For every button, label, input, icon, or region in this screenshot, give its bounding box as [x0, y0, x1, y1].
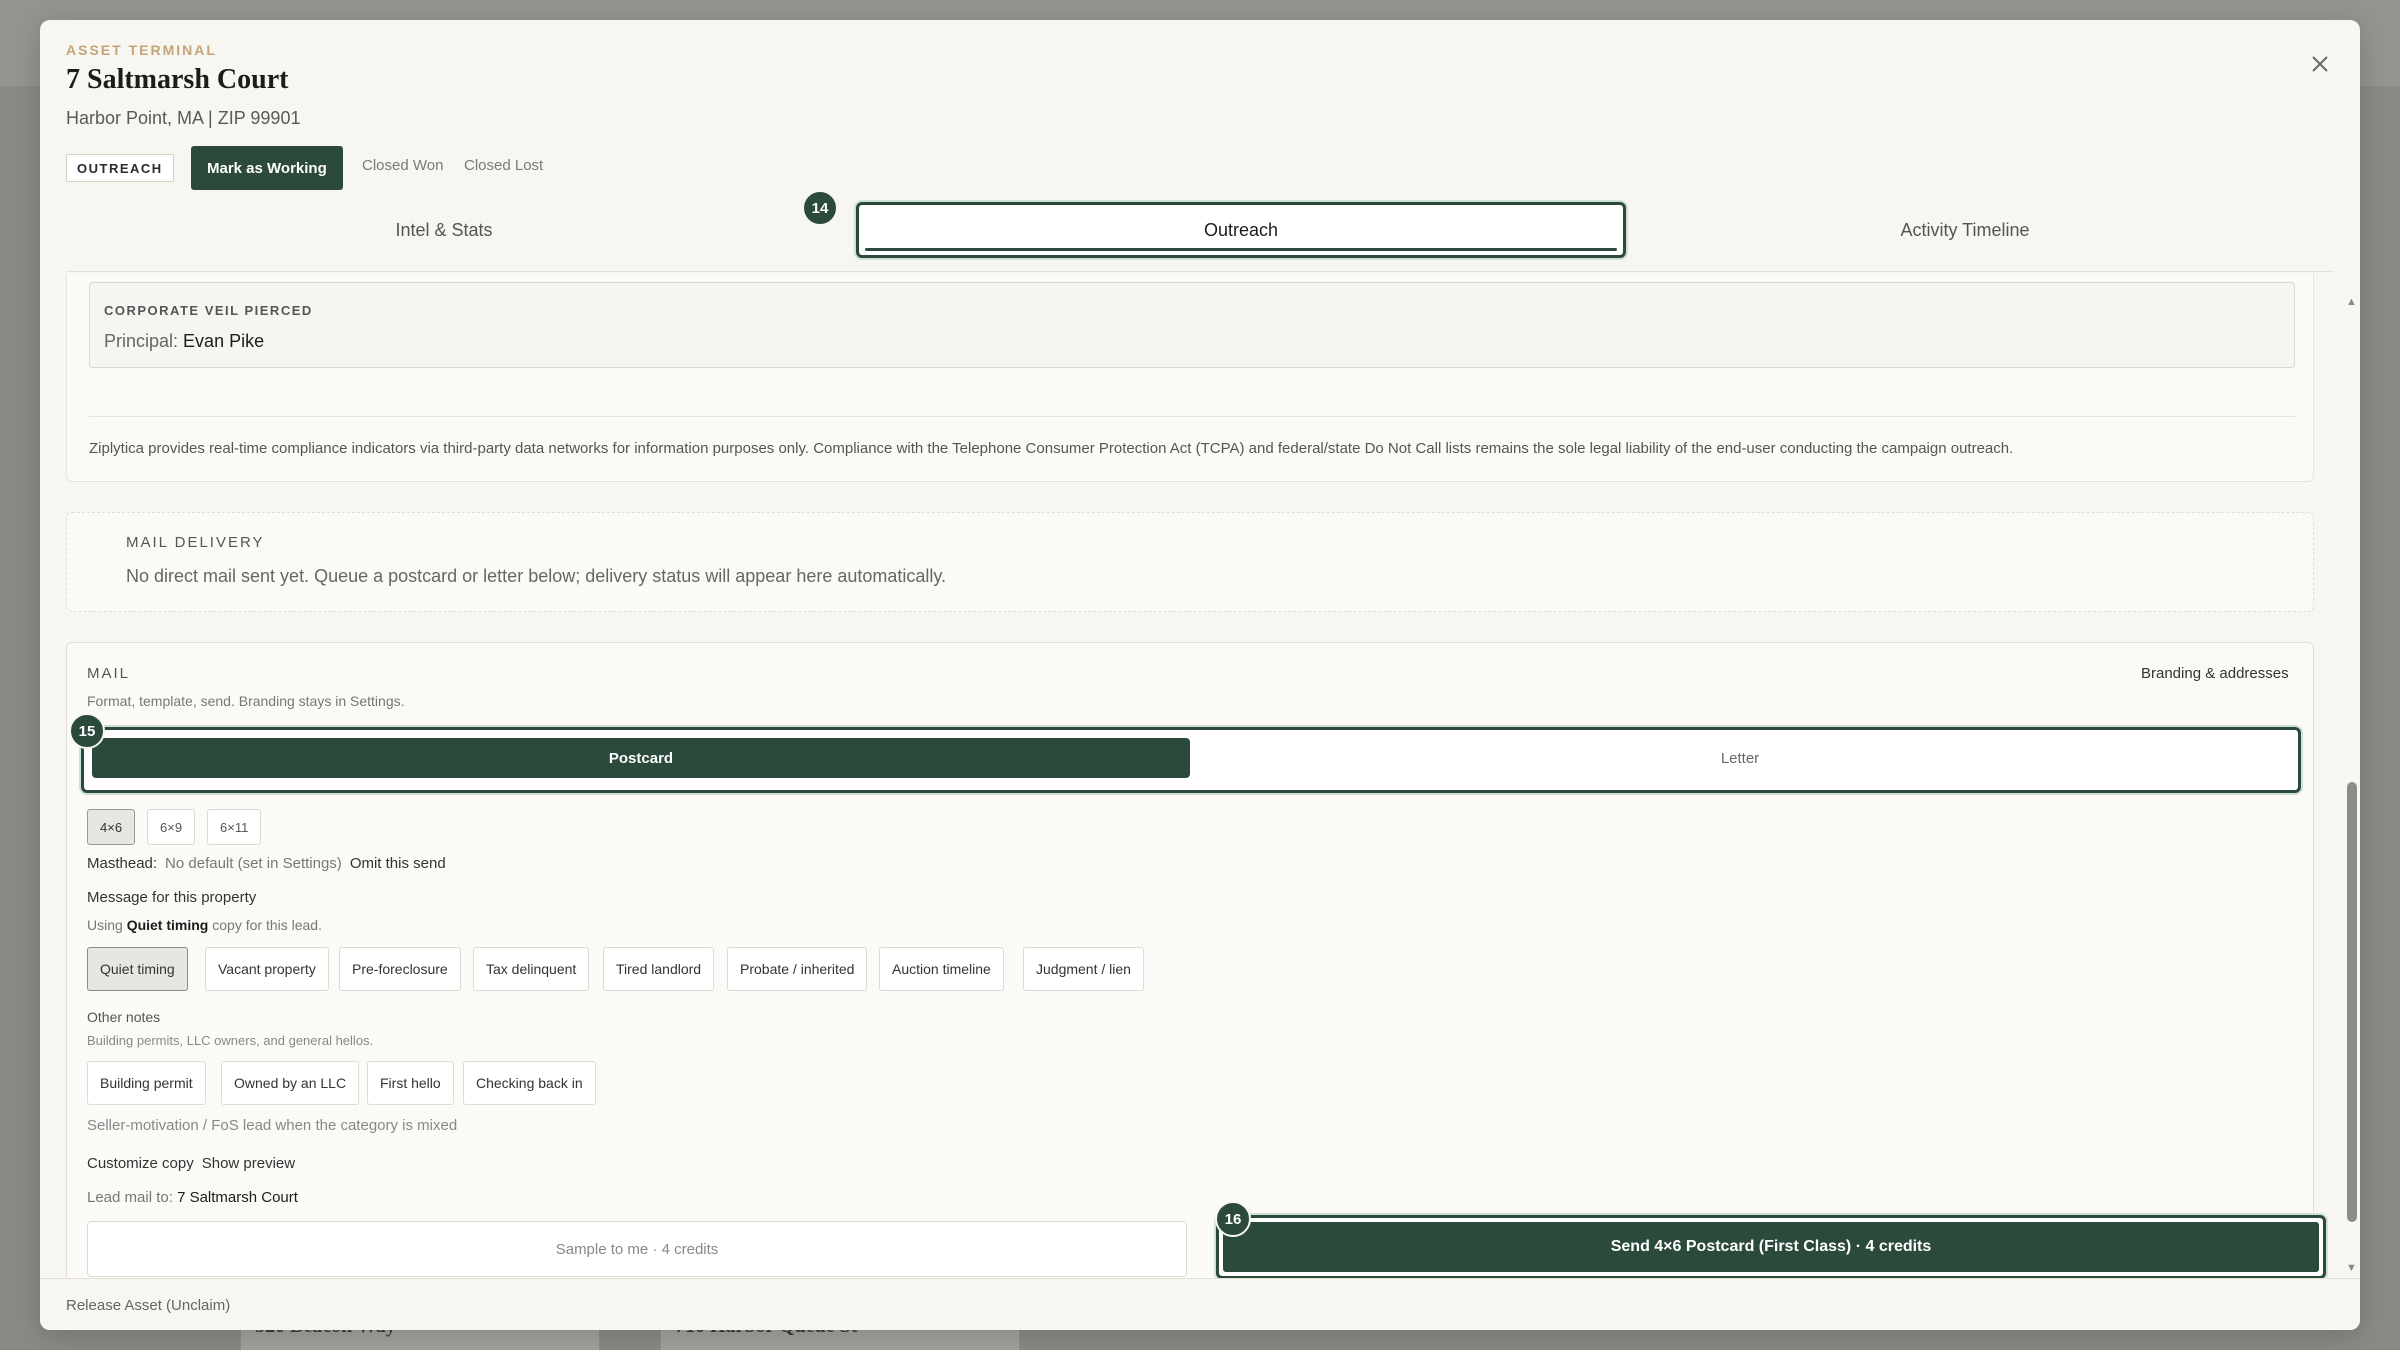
tab-bar: Intel & Stats Outreach Activity Timeline	[66, 202, 2334, 272]
template-vacant-property[interactable]: Vacant property	[205, 947, 329, 991]
template-judgment-lien[interactable]: Judgment / lien	[1023, 947, 1144, 991]
masthead-value: No default (set in Settings)	[165, 855, 342, 872]
mark-working-button[interactable]: Mark as Working	[191, 146, 343, 190]
note-checking-back-in[interactable]: Checking back in	[463, 1061, 596, 1105]
other-notes-help: Building permits, LLC owners, and genera…	[87, 1033, 374, 1048]
size-6x11-chip[interactable]: 6×11	[207, 809, 262, 845]
format-postcard-button[interactable]: Postcard	[92, 738, 1190, 778]
tab-label: Intel & Stats	[395, 219, 493, 240]
template-auction-timeline[interactable]: Auction timeline	[879, 947, 1004, 991]
seller-motivation-note: Seller-motivation / FoS lead when the ca…	[87, 1117, 458, 1134]
principal-name: Evan Pike	[183, 331, 265, 351]
template-using-line: Using Quiet timing copy for this lead.	[87, 917, 322, 933]
scroll-up-icon[interactable]: ▲	[2346, 296, 2357, 308]
mail-panel: MAIL Format, template, send. Branding st…	[66, 642, 2326, 1278]
message-label: Message for this property	[87, 889, 257, 906]
mail-delivery-status: No direct mail sent yet. Queue a postcar…	[126, 566, 947, 586]
principal-line: Principal: Evan Pike	[104, 331, 264, 352]
note-first-hello[interactable]: First hello	[367, 1061, 454, 1105]
using-template: Quiet timing	[126, 917, 209, 933]
template-tired-landlord[interactable]: Tired landlord	[603, 947, 715, 991]
outreach-content: CORPORATE VEIL PIERCED Principal: Evan P…	[40, 274, 2360, 1278]
asset-modal: ASSET TERMINAL 7 Saltmarsh Court Harbor …	[40, 20, 2360, 1330]
corporate-veil-box: CORPORATE VEIL PIERCED Principal: Evan P…	[89, 282, 2295, 368]
compliance-panel: CORPORATE VEIL PIERCED Principal: Evan P…	[66, 274, 2314, 482]
mail-delivery-panel	[66, 512, 2314, 612]
send-postcard-button[interactable]: Send 4×6 Postcard (First Class) · 4 cred…	[1223, 1222, 2319, 1272]
show-preview-button[interactable]: Show preview	[202, 1155, 295, 1172]
lead-mail-prefix: Lead mail to:	[87, 1189, 173, 1206]
branding-addresses-link[interactable]: Branding & addresses	[2141, 665, 2289, 682]
mail-help: Format, template, send. Branding stays i…	[87, 693, 405, 709]
template-pre-foreclosure[interactable]: Pre-foreclosure	[339, 947, 461, 991]
step-marker: 15	[69, 713, 105, 749]
send-sample-button[interactable]: Sample to me · 4 credits	[87, 1221, 1187, 1277]
format-toggle: Postcard Letter	[81, 727, 2301, 793]
mail-label: MAIL	[87, 665, 131, 682]
other-notes-label: Other notes	[87, 1009, 161, 1025]
modal-footer: Release Asset (Unclaim)	[40, 1278, 2360, 1330]
size-6x9-chip[interactable]: 6×9	[147, 809, 196, 845]
masthead-label: Masthead:	[87, 855, 158, 872]
tab-intel-stats[interactable]: Intel & Stats	[66, 202, 822, 258]
lead-mail-line: Lead mail to: 7 Saltmarsh Court	[87, 1189, 298, 1206]
tab-label: Activity Timeline	[1900, 219, 2030, 240]
using-suffix: copy for this lead.	[212, 917, 322, 933]
tab-outreach[interactable]: Outreach	[856, 202, 1626, 258]
property-location: Harbor Point, MA | ZIP 99901	[66, 108, 301, 128]
mail-delivery-label: MAIL DELIVERY	[126, 534, 265, 551]
principal-prefix: Principal:	[104, 331, 179, 351]
tab-label: Outreach	[1203, 219, 1279, 240]
step-marker: 14	[802, 190, 838, 226]
property-title: 7 Saltmarsh Court	[66, 64, 289, 95]
send-postcard-frame: Send 4×6 Postcard (First Class) · 4 cred…	[1216, 1215, 2326, 1278]
closed-lost-button[interactable]: Closed Lost	[464, 157, 543, 174]
tab-activity-timeline[interactable]: Activity Timeline	[1596, 202, 2334, 258]
masthead-line: Masthead: No default (set in Settings) Omi…	[87, 855, 446, 872]
close-icon[interactable]	[2302, 46, 2338, 82]
release-asset-button[interactable]: Release Asset (Unclaim)	[66, 1297, 230, 1314]
lead-mail-address: 7 Saltmarsh Court	[177, 1189, 298, 1206]
divider	[89, 416, 2295, 417]
note-owned-by-llc[interactable]: Owned by an LLC	[221, 1061, 360, 1105]
template-probate-inherited[interactable]: Probate / inherited	[727, 947, 868, 991]
status-badge: OUTREACH	[66, 154, 174, 182]
scrollbar-thumb[interactable]	[2347, 782, 2357, 1222]
omit-masthead-button[interactable]: Omit this send	[350, 855, 446, 872]
customize-copy-button[interactable]: Customize copy	[87, 1155, 194, 1172]
size-4x6-chip[interactable]: 4×6	[87, 809, 136, 845]
customize-line: Customize copy Show preview	[87, 1155, 295, 1172]
veil-label: CORPORATE VEIL PIERCED	[104, 303, 313, 318]
modal-kicker: ASSET TERMINAL	[66, 42, 217, 58]
scroll-down-icon[interactable]: ▼	[2346, 1262, 2357, 1274]
modal-header: ASSET TERMINAL 7 Saltmarsh Court Harbor …	[40, 20, 2360, 274]
note-building-permit[interactable]: Building permit	[87, 1061, 206, 1105]
using-prefix: Using	[87, 917, 123, 933]
format-letter-button[interactable]: Letter	[1190, 738, 2290, 778]
step-marker: 16	[1215, 1201, 1251, 1237]
closed-won-button[interactable]: Closed Won	[362, 157, 443, 174]
template-tax-delinquent[interactable]: Tax delinquent	[473, 947, 590, 991]
template-quiet-timing[interactable]: Quiet timing	[87, 947, 188, 991]
compliance-disclaimer: Ziplytica provides real-time compliance …	[89, 440, 2014, 457]
